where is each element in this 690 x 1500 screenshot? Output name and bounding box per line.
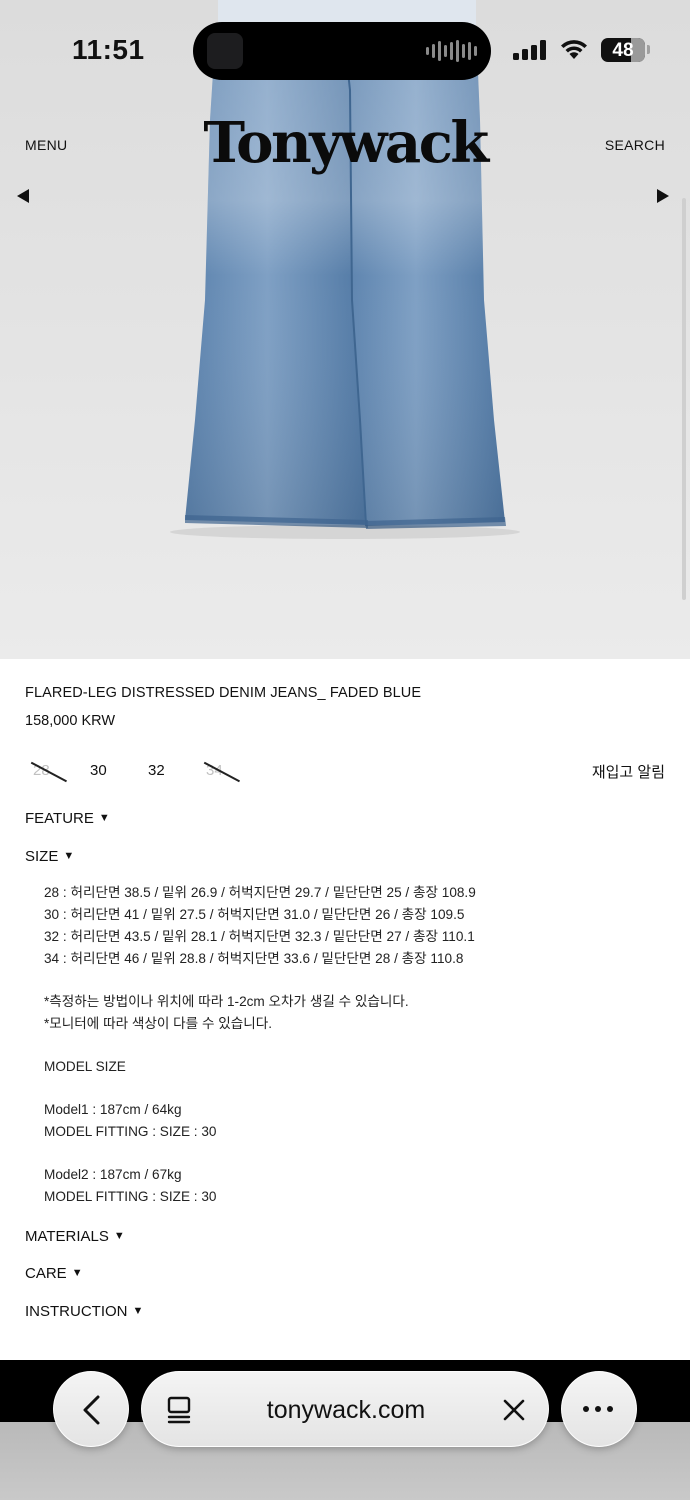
size-note: *측정하는 방법이나 위치에 따라 1-2cm 오차가 생길 수 있습니다. <box>44 994 409 1009</box>
audio-wave-icon <box>426 40 477 62</box>
scrollbar[interactable] <box>682 198 686 600</box>
address-bar[interactable]: tonywack.com <box>141 1371 549 1447</box>
cellular-signal-icon <box>513 40 546 60</box>
model2-fitting: MODEL FITTING : SIZE : 30 <box>44 1189 217 1204</box>
product-price: 158,000 KRW <box>25 713 116 729</box>
size-option-30[interactable]: 30 <box>90 762 107 779</box>
battery-level: 48 <box>612 40 634 61</box>
back-button[interactable] <box>53 1371 129 1447</box>
materials-toggle[interactable]: MATERIALS ▼ <box>25 1228 125 1245</box>
url-text: tonywack.com <box>266 1396 426 1424</box>
caret-down-icon: ▼ <box>113 1230 125 1242</box>
size-option-28[interactable]: 28 <box>33 762 50 779</box>
caret-down-icon: ▼ <box>132 1305 144 1317</box>
size-toggle[interactable]: SIZE ▼ <box>25 848 74 865</box>
size-label: SIZE <box>25 848 59 865</box>
more-button[interactable] <box>561 1371 637 1447</box>
size-row: 34 : 허리단면 46 / 밑위 28.8 / 허벅지단면 33.6 / 밑단… <box>44 951 464 966</box>
caret-down-icon: ▼ <box>98 812 110 824</box>
size-option-32[interactable]: 32 <box>148 762 165 779</box>
care-toggle[interactable]: CARE ▼ <box>25 1265 83 1282</box>
feature-label: FEATURE <box>25 810 94 827</box>
dynamic-island <box>193 22 491 80</box>
close-icon[interactable] <box>502 1398 526 1422</box>
caret-down-icon: ▼ <box>63 850 75 862</box>
site-logo[interactable]: Tonywack <box>0 110 690 176</box>
chevron-left-icon <box>83 1395 100 1425</box>
model1-fitting: MODEL FITTING : SIZE : 30 <box>44 1124 217 1139</box>
size-note: *모니터에 따라 색상이 다를 수 있습니다. <box>44 1016 273 1031</box>
model2-info: Model2 : 187cm / 67kg <box>44 1167 182 1182</box>
size-selector: 28 30 32 34 재입고 알림 <box>25 760 665 782</box>
status-bar: 11:51 48 <box>0 0 690 100</box>
size-row: 28 : 허리단면 38.5 / 밑위 26.9 / 허벅지단면 29.7 / … <box>44 885 476 900</box>
size-option-34[interactable]: 34 <box>206 762 223 779</box>
materials-label: MATERIALS <box>25 1228 109 1245</box>
care-label: CARE <box>25 1265 67 1282</box>
search-button[interactable]: SEARCH <box>605 137 665 153</box>
instruction-toggle[interactable]: INSTRUCTION ▼ <box>25 1303 143 1320</box>
size-details: 28 : 허리단면 38.5 / 밑위 26.9 / 허벅지단면 29.7 / … <box>44 882 476 1208</box>
product-title: FLARED-LEG DISTRESSED DENIM JEANS_ FADED… <box>25 685 422 701</box>
battery-tip <box>647 45 650 54</box>
model1-info: Model1 : 187cm / 64kg <box>44 1102 182 1117</box>
size-row: 30 : 허리단면 41 / 밑위 27.5 / 허벅지단면 31.0 / 밑단… <box>44 907 465 922</box>
model-size-heading: MODEL SIZE <box>44 1059 126 1074</box>
restock-alert-button[interactable]: 재입고 알림 <box>592 761 665 782</box>
camera-icon <box>207 33 243 69</box>
instruction-label: INSTRUCTION <box>25 1303 128 1320</box>
status-time: 11:51 <box>72 34 145 65</box>
feature-toggle[interactable]: FEATURE ▼ <box>25 810 110 827</box>
battery-icon: 48 <box>601 38 645 62</box>
caret-down-icon: ▼ <box>71 1267 83 1279</box>
more-icon <box>583 1406 613 1412</box>
next-arrow-icon[interactable] <box>657 189 669 203</box>
size-row: 32 : 허리단면 43.5 / 밑위 28.1 / 허벅지단면 32.3 / … <box>44 929 475 944</box>
prev-arrow-icon[interactable] <box>17 189 29 203</box>
wifi-icon <box>561 40 587 59</box>
